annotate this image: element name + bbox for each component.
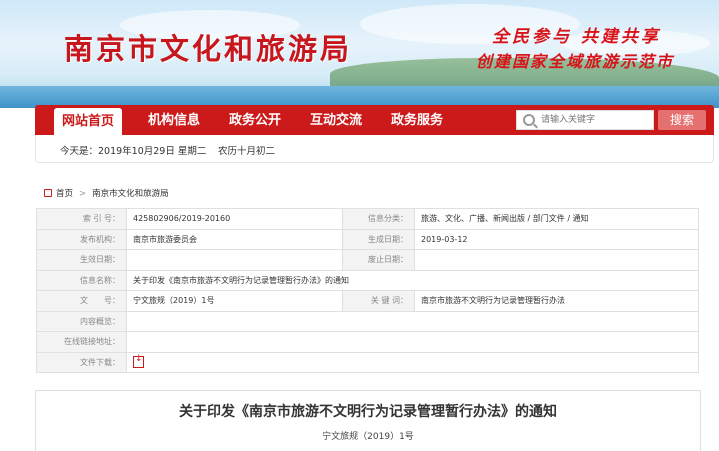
effective-date-value: [126, 249, 343, 271]
breadcrumb-home[interactable]: 首页: [56, 189, 73, 199]
article-panel: 关于印发《南京市旅游不文明行为记录管理暂行办法》的通知 宁文旅规（2019）1号: [35, 390, 701, 451]
article-doc-number: 宁文旅规（2019）1号: [322, 432, 414, 442]
current-date: 今天是：2019年10月29日 星期二: [60, 146, 207, 157]
search-icon: [523, 114, 535, 126]
info-table: 索 引 号： 425802906/2019-20160 信息分类： 旅游、文化、…: [36, 208, 699, 373]
header-banner: 南京市文化和旅游局 全民参与 共建共享 创建国家全域旅游示范市: [0, 0, 719, 108]
index-label: 索 引 号：: [36, 208, 127, 230]
nav-item-services[interactable]: 政务服务: [391, 105, 443, 135]
date-bar: 今天是：2019年10月29日 星期二 农历十月初二: [35, 135, 714, 163]
keywords-value: 南京市旅游不文明行为记录管理暂行办法: [414, 290, 699, 312]
expire-date-value: [414, 249, 699, 271]
created-date-value: 2019-03-12: [414, 228, 699, 250]
breadcrumb-current[interactable]: 南京市文化和旅游局: [92, 189, 169, 199]
breadcrumb: 首页 > 南京市文化和旅游局: [44, 187, 169, 199]
online-link-label: 在线链接地址：: [36, 331, 127, 353]
online-link-value: [126, 331, 699, 353]
publisher-label: 发布机构：: [36, 228, 127, 250]
table-row: 发布机构： 南京市旅游委员会 生成日期： 2019-03-12: [36, 228, 699, 250]
doc-number-label: 文 号：: [36, 290, 127, 312]
search-button[interactable]: 搜索: [658, 110, 706, 130]
table-row: 文件下载：: [36, 351, 699, 373]
file-download-cell: [126, 351, 699, 373]
table-row: 文 号： 宁文旅规（2019）1号 关 键 词： 南京市旅游不文明行为记录管理暂…: [36, 290, 699, 312]
category-label: 信息分类：: [342, 208, 415, 230]
index-value: 425802906/2019-20160: [126, 208, 343, 230]
pdf-download-icon[interactable]: [133, 354, 144, 369]
table-row: 信息名称： 关于印发《南京市旅游不文明行为记录管理暂行办法》的通知: [36, 269, 699, 291]
table-row: 内容概览：: [36, 310, 699, 332]
search-box[interactable]: [516, 110, 654, 130]
created-date-label: 生成日期：: [342, 228, 415, 250]
slogan-line2: 创建国家全域旅游示范市: [476, 52, 675, 71]
info-name-value: 关于印发《南京市旅游不文明行为记录管理暂行办法》的通知: [126, 269, 699, 291]
effective-date-label: 生效日期：: [36, 249, 127, 271]
slogan-line1: 全民参与 共建共享: [492, 27, 661, 47]
home-icon: [44, 189, 52, 197]
site-title[interactable]: 南京市文化和旅游局: [64, 26, 352, 68]
table-row: 索 引 号： 425802906/2019-20160 信息分类： 旅游、文化、…: [36, 208, 699, 230]
nav-item-government-affairs[interactable]: 政务公开: [229, 105, 281, 135]
table-row: 在线链接地址：: [36, 331, 699, 353]
info-name-label: 信息名称：: [36, 269, 127, 291]
nav-item-institution[interactable]: 机构信息: [148, 105, 200, 135]
doc-number-value: 宁文旅规（2019）1号: [126, 290, 343, 312]
nav-item-home[interactable]: 网站首页: [54, 108, 122, 135]
overview-value: [126, 310, 699, 332]
table-row: 生效日期： 废止日期：: [36, 249, 699, 271]
expire-date-label: 废止日期：: [342, 249, 415, 271]
file-download-label: 文件下载：: [36, 351, 127, 373]
breadcrumb-separator: >: [79, 189, 87, 199]
article-title: 关于印发《南京市旅游不文明行为记录管理暂行办法》的通知: [179, 404, 557, 420]
lunar-date: 农历十月初二: [218, 146, 276, 157]
nav-item-interaction[interactable]: 互动交流: [310, 105, 362, 135]
keywords-label: 关 键 词：: [342, 290, 415, 312]
search-input[interactable]: [541, 112, 651, 128]
publisher-value: 南京市旅游委员会: [126, 228, 343, 250]
category-value: 旅游、文化、广播、新闻出版 / 部门文件 / 通知: [414, 208, 699, 230]
overview-label: 内容概览：: [36, 310, 127, 332]
